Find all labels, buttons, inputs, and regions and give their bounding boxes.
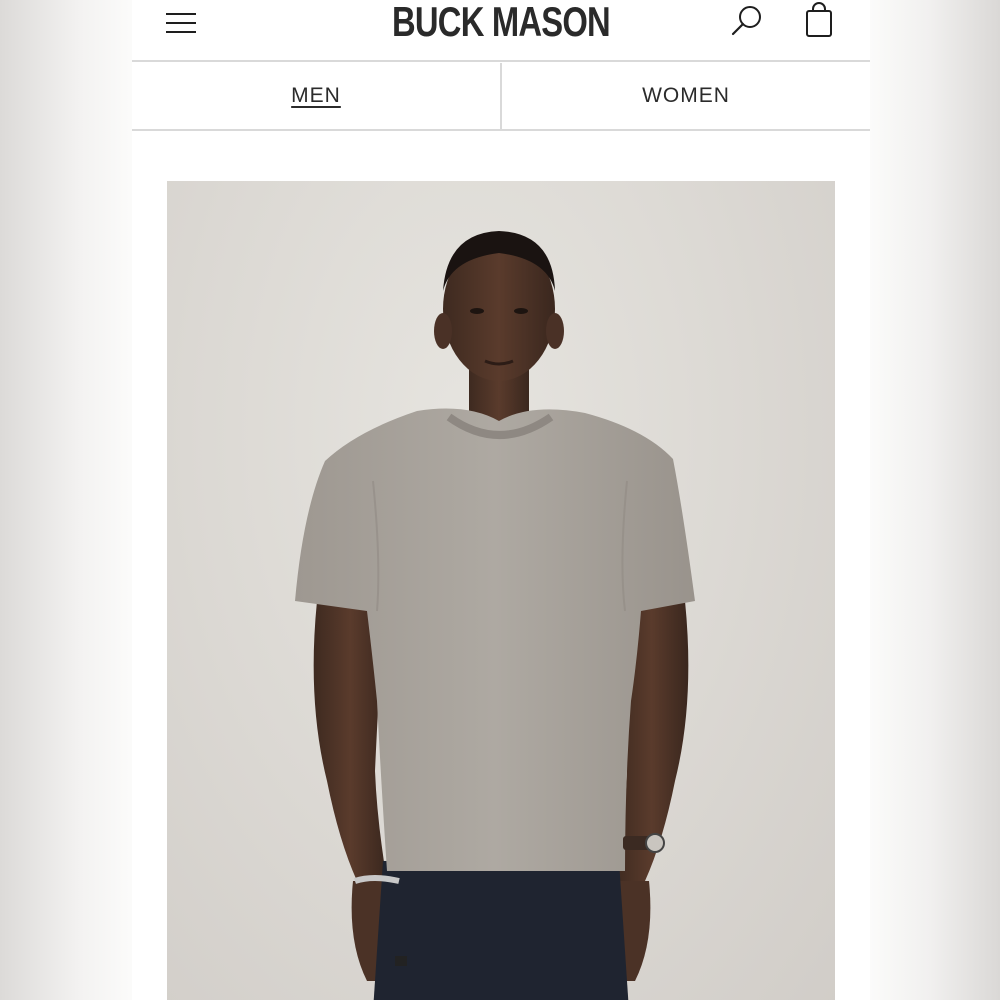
gender-tabs: MEN WOMEN — [132, 63, 870, 131]
tab-women-label: WOMEN — [642, 84, 730, 107]
product-hero-image[interactable] — [167, 181, 835, 1000]
hamburger-menu-icon[interactable] — [166, 11, 198, 35]
mobile-page: BUCK MASON MEN WOMEN — [132, 0, 870, 1000]
search-icon[interactable] — [730, 4, 764, 38]
tab-women[interactable]: WOMEN — [502, 63, 870, 129]
tab-men-label: MEN — [291, 84, 341, 107]
site-header: BUCK MASON — [132, 0, 870, 62]
model-photo — [295, 231, 695, 1000]
tab-men[interactable]: MEN — [132, 63, 500, 129]
brand-logo[interactable]: BUCK MASON — [369, 0, 633, 46]
shopping-bag-icon[interactable] — [803, 2, 835, 38]
